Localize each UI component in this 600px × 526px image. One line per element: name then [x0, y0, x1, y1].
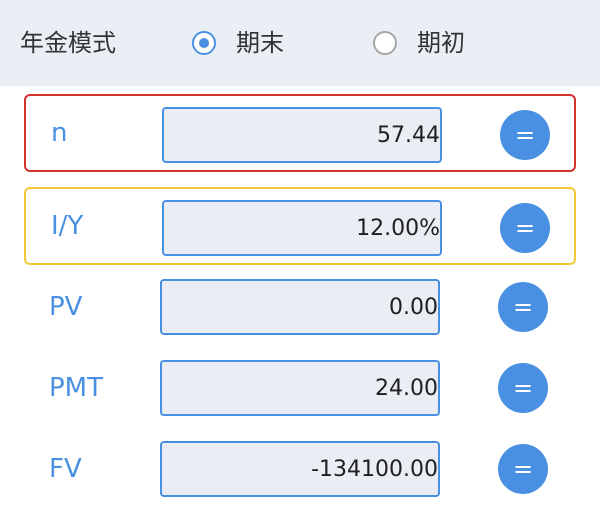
- radio-begin-icon[interactable]: [373, 31, 397, 55]
- field-label-iy: I/Y: [51, 211, 84, 241]
- radio-end-icon[interactable]: [192, 31, 216, 55]
- field-label-pv: PV: [49, 292, 83, 322]
- field-row-fv: FV -134100.00 =: [24, 430, 576, 508]
- field-input-pmt[interactable]: 24.00: [160, 360, 440, 416]
- radio-end-label[interactable]: 期末: [236, 28, 284, 58]
- field-row-iy: I/Y 12.00% =: [24, 187, 576, 265]
- radio-begin-label[interactable]: 期初: [417, 28, 465, 58]
- field-input-iy[interactable]: 12.00%: [162, 200, 442, 256]
- compute-fv-button[interactable]: =: [498, 444, 548, 494]
- field-input-n[interactable]: 57.44: [162, 107, 442, 163]
- field-label-n: n: [51, 118, 68, 148]
- compute-n-button[interactable]: =: [500, 110, 550, 160]
- compute-pv-button[interactable]: =: [498, 282, 548, 332]
- annuity-mode-header: 年金模式 期末 期初: [0, 0, 600, 86]
- field-row-pmt: PMT 24.00 =: [24, 349, 576, 427]
- field-input-fv[interactable]: -134100.00: [160, 441, 440, 497]
- field-row-n: n 57.44 =: [24, 94, 576, 172]
- annuity-mode-label: 年金模式: [20, 29, 116, 57]
- radio-option-begin[interactable]: 期初: [373, 28, 465, 58]
- field-row-pv: PV 0.00 =: [24, 268, 576, 346]
- field-input-pv[interactable]: 0.00: [160, 279, 440, 335]
- field-label-fv: FV: [49, 454, 82, 484]
- compute-iy-button[interactable]: =: [500, 203, 550, 253]
- compute-pmt-button[interactable]: =: [498, 363, 548, 413]
- field-label-pmt: PMT: [49, 373, 103, 403]
- radio-option-end[interactable]: 期末: [192, 28, 284, 58]
